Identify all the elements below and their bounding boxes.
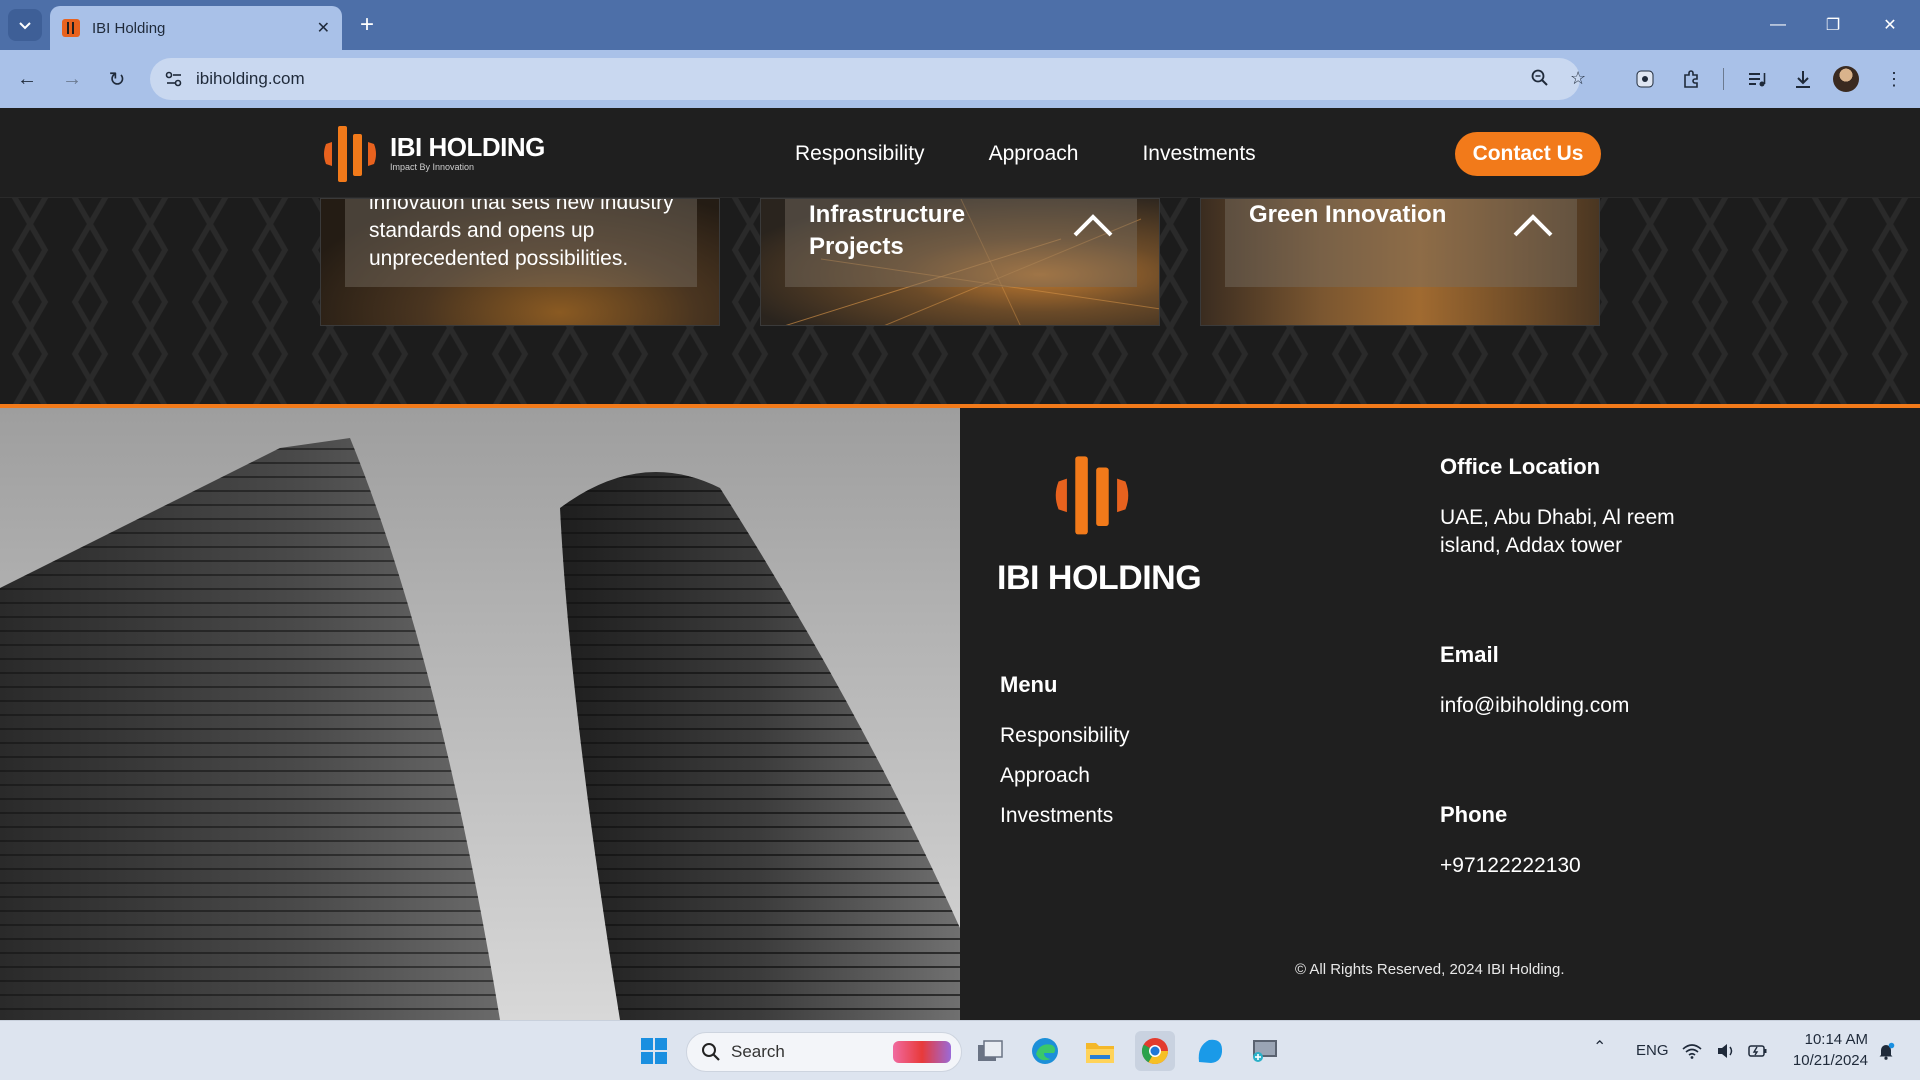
footer-logo-name: IBI HOLDING <box>997 559 1202 597</box>
main-nav: Responsibility Approach Investments <box>795 142 1256 166</box>
card-panel: Infrastructure Projects <box>785 199 1137 287</box>
browser-toolbar: ← → ↻ ibiholding.com ☆ ⋮ <box>0 50 1920 108</box>
footer-menu: Responsibility Approach Investments <box>1000 722 1130 842</box>
task-view-icon[interactable] <box>970 1031 1010 1071</box>
site-header: IBI HOLDING Impact By Innovation Respons… <box>0 108 1920 198</box>
forward-icon[interactable]: → <box>57 64 87 94</box>
ibi-logo-mark-icon <box>1055 456 1129 535</box>
reload-icon[interactable]: ↻ <box>102 64 132 94</box>
notification-bell-icon[interactable] <box>1872 1033 1900 1069</box>
edge-browser-icon[interactable] <box>1025 1031 1065 1071</box>
email-heading: Email <box>1440 642 1499 667</box>
close-icon[interactable]: ✕ <box>317 18 330 38</box>
sector-card-green[interactable]: Green Innovation <box>1200 198 1600 326</box>
browser-tab[interactable]: IBI Holding ✕ <box>50 6 342 50</box>
footer-menu-heading: Menu <box>1000 672 1058 697</box>
url-text: ibiholding.com <box>196 69 305 88</box>
taskbar-search[interactable]: Search <box>686 1032 962 1072</box>
profile-avatar[interactable] <box>1833 66 1859 92</box>
tab-search-button[interactable] <box>8 9 42 41</box>
back-icon[interactable]: ← <box>12 64 42 94</box>
minimize-icon[interactable]: — <box>1758 10 1798 40</box>
ibi-logo-mark-icon <box>324 126 376 182</box>
card-description: innovation that sets new industry standa… <box>369 198 674 270</box>
bookmark-star-icon[interactable]: ☆ <box>1570 68 1586 89</box>
remote-desktop-icon[interactable] <box>1245 1031 1285 1071</box>
copyright-text: © All Rights Reserved, 2024 IBI Holding. <box>1295 961 1565 978</box>
nav-link-responsibility[interactable]: Responsibility <box>795 142 925 166</box>
language-indicator[interactable]: ENG <box>1636 1042 1669 1059</box>
address-bar[interactable]: ibiholding.com ☆ <box>150 58 1586 100</box>
windows-start-icon[interactable] <box>634 1031 674 1071</box>
search-icon <box>702 1043 720 1061</box>
footer-link-investments[interactable]: Investments <box>1000 802 1130 842</box>
footer-logo[interactable]: IBI HOLDING <box>997 448 1202 598</box>
window-close-icon[interactable]: ✕ <box>1870 10 1910 40</box>
contact-us-button[interactable]: Contact Us <box>1455 132 1601 176</box>
nav-link-investments[interactable]: Investments <box>1142 142 1255 166</box>
extension-record-icon[interactable] <box>1630 64 1660 94</box>
volume-icon[interactable] <box>1712 1033 1740 1069</box>
office-heading: Office Location <box>1440 454 1601 479</box>
sector-card-innovation[interactable]: innovation that sets new industry standa… <box>320 198 720 326</box>
footer-link-approach[interactable]: Approach <box>1000 762 1130 802</box>
email-link[interactable]: info@ibiholding.com <box>1440 692 1700 720</box>
extensions-puzzle-icon[interactable] <box>1676 64 1706 94</box>
restore-icon[interactable]: ❐ <box>1813 10 1853 40</box>
show-hidden-icons-icon[interactable]: ⌃ <box>1593 1037 1606 1057</box>
media-controls-icon[interactable] <box>1742 64 1772 94</box>
windows-taskbar: Search ⌃ ENG 10:14 AM 10/21/2024 <box>0 1020 1920 1080</box>
app-blue-icon[interactable] <box>1190 1031 1230 1071</box>
chevron-down-icon <box>19 22 31 30</box>
battery-icon[interactable] <box>1744 1033 1772 1069</box>
site-logo[interactable]: IBI HOLDING Impact By Innovation <box>320 120 545 186</box>
site-settings-icon[interactable] <box>164 69 184 89</box>
taskbar-search-label: Search <box>731 1042 785 1061</box>
card-panel: Green Innovation <box>1225 199 1577 287</box>
nav-link-approach[interactable]: Approach <box>989 142 1079 166</box>
phone-heading: Phone <box>1440 802 1508 827</box>
card-title: Green Innovation <box>1249 201 1447 228</box>
card-panel: innovation that sets new industry standa… <box>345 199 697 287</box>
chrome-browser-icon[interactable] <box>1135 1031 1175 1071</box>
site-favicon-icon <box>62 19 80 37</box>
toolbar-divider <box>1723 68 1724 90</box>
browser-tab-bar: IBI Holding ✕ + — ❐ ✕ <box>0 0 1920 50</box>
chevron-up-icon[interactable] <box>1071 209 1115 239</box>
new-tab-button[interactable]: + <box>352 10 382 40</box>
clock-date[interactable]: 10/21/2024 <box>1784 1052 1868 1069</box>
zoom-icon[interactable] <box>1530 68 1550 88</box>
site-footer: IBI HOLDING Menu Responsibility Approach… <box>0 408 1920 1020</box>
tab-title: IBI Holding <box>92 19 166 37</box>
phone-link[interactable]: +97122222130 <box>1440 852 1700 880</box>
skyscraper-photo <box>0 408 960 1020</box>
download-icon[interactable] <box>1788 64 1818 94</box>
browser-menu-icon[interactable]: ⋮ <box>1879 64 1909 94</box>
sectors-band: innovation that sets new industry standa… <box>0 198 1920 404</box>
logo-name: IBI HOLDING <box>390 132 545 162</box>
clock-time[interactable]: 10:14 AM <box>1794 1031 1868 1048</box>
office-address: UAE, Abu Dhabi, Al reem island, Addax to… <box>1440 506 1675 557</box>
chevron-up-icon[interactable] <box>1511 209 1555 239</box>
logo-tagline: Impact By Innovation <box>390 162 475 172</box>
wifi-icon[interactable] <box>1678 1033 1706 1069</box>
card-title: Infrastructure Projects <box>809 201 966 260</box>
search-highlight-image <box>893 1041 951 1063</box>
file-explorer-icon[interactable] <box>1080 1031 1120 1071</box>
footer-link-responsibility[interactable]: Responsibility <box>1000 722 1130 762</box>
sector-card-infrastructure[interactable]: Infrastructure Projects <box>760 198 1160 326</box>
